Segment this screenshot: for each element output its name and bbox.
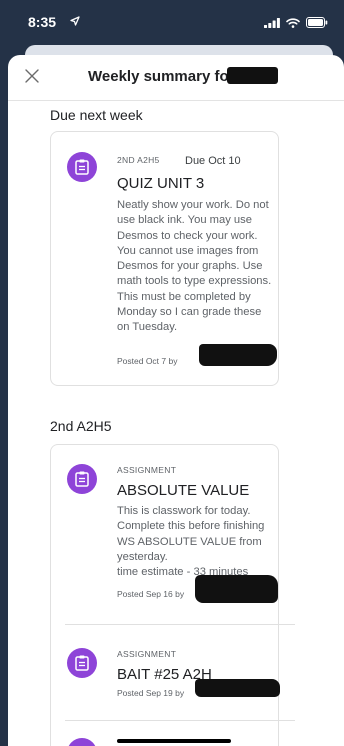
assignment-item-bait-25[interactable]: ASSIGNMENT BAIT #25 A2H Posted Sep 19 by: [51, 625, 280, 717]
sheet-header: Weekly summary for: [8, 55, 344, 101]
signal-icon: [264, 15, 280, 33]
sheet-title: Weekly summary for: [88, 68, 235, 85]
item-type: ASSIGNMENT: [117, 649, 177, 659]
assignment-card-quiz-unit-3[interactable]: 2ND A2H5 Due Oct 10 QUIZ UNIT 3 Neatly s…: [50, 131, 279, 386]
item-description: This is classwork for today. Complete th…: [117, 505, 265, 563]
item-divider: [65, 720, 295, 721]
assignment-item-absolute-value[interactable]: ASSIGNMENT ABSOLUTE VALUE This is classw…: [51, 445, 280, 625]
home-indicator: [117, 739, 231, 743]
close-icon[interactable]: [25, 69, 39, 88]
posted-info: Posted Oct 7 by: [117, 356, 178, 366]
item-title: QUIZ UNIT 3: [117, 175, 205, 192]
class-items-card: ASSIGNMENT ABSOLUTE VALUE This is classw…: [50, 444, 295, 746]
status-bar: 8:35: [0, 0, 344, 40]
status-time: 8:35: [28, 14, 57, 30]
redacted-teacher-name: [195, 575, 278, 603]
assignment-icon: [67, 738, 97, 746]
assignment-icon: [67, 648, 97, 678]
wifi-icon: [286, 15, 300, 33]
due-date: Due Oct 10: [185, 155, 241, 167]
posted-info: Posted Sep 16 by: [117, 589, 185, 599]
redacted-student-name: [227, 67, 278, 84]
redacted-teacher-name: [199, 344, 277, 366]
item-description: Neatly show your work. Do not use black …: [117, 199, 272, 334]
location-arrow-icon: [70, 13, 80, 31]
item-type: ASSIGNMENT: [117, 465, 177, 475]
posted-info: Posted Sep 19 by: [117, 688, 185, 698]
redacted-teacher-name: [195, 679, 280, 697]
section-title-due-next-week: Due next week: [50, 107, 143, 123]
status-indicators: [264, 15, 328, 33]
assignment-icon: [67, 152, 97, 182]
assignment-icon: [67, 464, 97, 494]
battery-icon: [306, 15, 328, 33]
item-type: 2ND A2H5: [117, 155, 160, 165]
weekly-summary-sheet: Weekly summary for Due next week 2ND A2H…: [8, 55, 344, 746]
section-title-class: 2nd A2H5: [50, 418, 112, 434]
item-title: ABSOLUTE VALUE: [117, 482, 250, 499]
